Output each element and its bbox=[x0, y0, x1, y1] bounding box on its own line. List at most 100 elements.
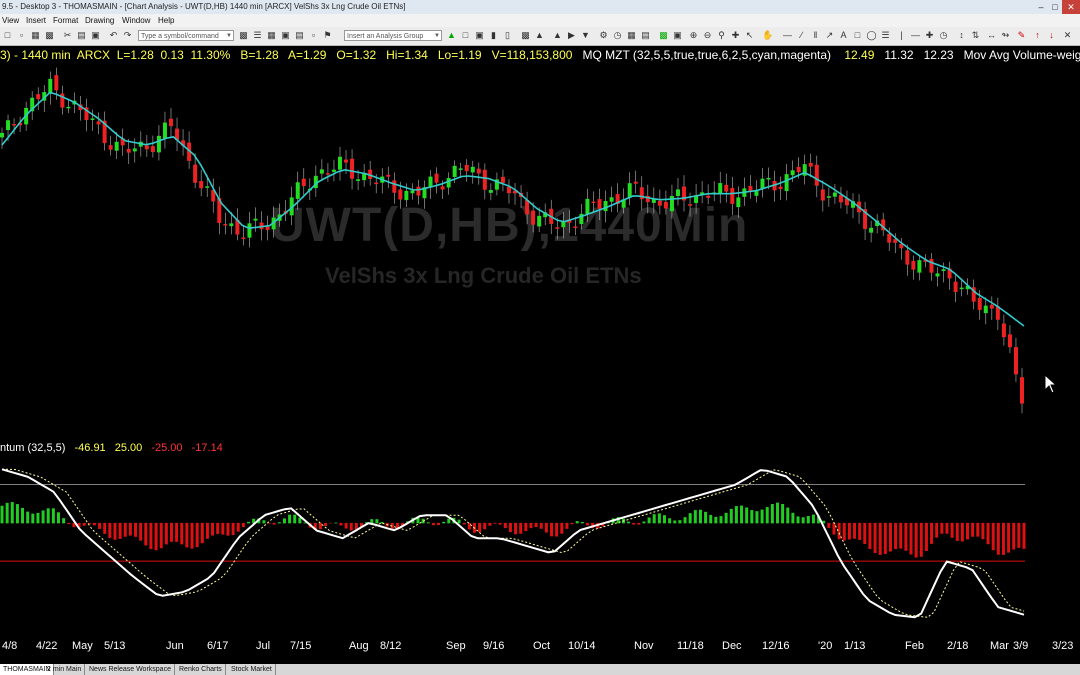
analysis-group-input[interactable]: Insert an Analysis Group ▼ bbox=[344, 30, 442, 41]
menu-format[interactable]: Format bbox=[53, 14, 78, 27]
horizontal-line-icon[interactable]: — bbox=[782, 30, 793, 41]
vertical-arrow-icon[interactable]: ⇅ bbox=[970, 30, 981, 41]
momentum-panel[interactable] bbox=[0, 440, 1080, 636]
chevron-down-icon[interactable]: ▼ bbox=[434, 31, 440, 42]
cross-line-icon[interactable]: ✚ bbox=[924, 30, 935, 41]
candle-icon[interactable]: ▯ bbox=[502, 30, 513, 41]
arrow-up-icon[interactable]: ▲ bbox=[552, 30, 563, 41]
alert-icon[interactable]: ⚑ bbox=[322, 30, 333, 41]
histogram-bar bbox=[668, 518, 672, 524]
list-icon[interactable]: ☰ bbox=[252, 30, 263, 41]
zoom-in-icon[interactable]: ⊕ bbox=[688, 30, 699, 41]
price-chart[interactable]: UWT(D,HB),1440Min VelShs 3x Lng Crude Oi… bbox=[0, 63, 1080, 440]
copy-icon[interactable]: ▤ bbox=[76, 30, 87, 41]
monitor-icon[interactable]: ▣ bbox=[672, 30, 683, 41]
menu-drawing[interactable]: Drawing bbox=[85, 14, 114, 27]
tab-renko-charts[interactable]: Renko Charts bbox=[176, 664, 226, 675]
save-icon[interactable]: ▦ bbox=[30, 30, 41, 41]
hand-icon[interactable]: ✋ bbox=[762, 30, 773, 41]
magnifier-icon[interactable]: ⚲ bbox=[716, 30, 727, 41]
window-icon[interactable]: ▣ bbox=[280, 30, 291, 41]
candle-body bbox=[597, 199, 602, 209]
speed-icon[interactable]: ↬ bbox=[1000, 30, 1011, 41]
trendline-icon[interactable]: ∕ bbox=[796, 30, 807, 41]
histogram-bar bbox=[940, 522, 944, 534]
horizontal-line-icon[interactable]: — bbox=[910, 30, 921, 41]
menu-insert[interactable]: Insert bbox=[26, 14, 46, 27]
histogram-bar bbox=[272, 522, 276, 525]
line-chart-icon[interactable]: ▲ bbox=[534, 30, 545, 41]
histogram-bar bbox=[277, 522, 281, 524]
histogram-bar bbox=[344, 522, 348, 529]
crosshair-icon[interactable]: ✚ bbox=[730, 30, 741, 41]
tab-2-min-main[interactable]: 2 min Main bbox=[44, 664, 86, 675]
folder-icon[interactable]: ▫ bbox=[16, 30, 27, 41]
channel-icon[interactable]: ‖ bbox=[810, 30, 821, 41]
x-tick-label: Aug bbox=[349, 640, 369, 652]
window-titlebar: 9.5 - Desktop 3 - THOMASMAIN - [Chart An… bbox=[0, 0, 1080, 14]
strategy-icon[interactable]: ▣ bbox=[474, 30, 485, 41]
pointer-icon[interactable]: ↖ bbox=[744, 30, 755, 41]
ellipse-icon[interactable]: ◯ bbox=[866, 30, 877, 41]
undo-icon[interactable]: ↶ bbox=[108, 30, 119, 41]
display-icon[interactable]: ▩ bbox=[658, 30, 669, 41]
close-button[interactable]: ✕ bbox=[1062, 0, 1080, 14]
fibonacci-icon[interactable]: ☰ bbox=[880, 30, 891, 41]
candle-body bbox=[675, 189, 680, 197]
histogram-bar bbox=[632, 522, 636, 525]
tab-stock-market[interactable]: Stock Market bbox=[228, 664, 276, 675]
arrow-right-icon[interactable]: ▶ bbox=[566, 30, 577, 41]
histogram-bar bbox=[159, 522, 163, 549]
left-right-arrow-icon[interactable]: ↔ bbox=[986, 30, 997, 41]
maximize-button[interactable]: □ bbox=[1048, 0, 1062, 14]
pencil-icon[interactable]: ✎ bbox=[1016, 30, 1027, 41]
vertical-line-icon[interactable]: | bbox=[896, 30, 907, 41]
news-icon[interactable]: ▫ bbox=[308, 30, 319, 41]
table-icon[interactable]: ▤ bbox=[640, 30, 651, 41]
chart-icon[interactable]: ▩ bbox=[238, 30, 249, 41]
menu-help[interactable]: Help bbox=[158, 14, 174, 27]
ray-icon[interactable]: ↗ bbox=[824, 30, 835, 41]
rectangle-icon[interactable]: □ bbox=[852, 30, 863, 41]
up-down-arrow-icon[interactable]: ↕ bbox=[956, 30, 967, 41]
grid-icon[interactable]: ▦ bbox=[266, 30, 277, 41]
histogram-bar bbox=[108, 522, 112, 539]
minimize-button[interactable]: – bbox=[1034, 0, 1048, 14]
bars-icon[interactable]: ▮ bbox=[488, 30, 499, 41]
price-info-change-pct: 11.30% bbox=[190, 48, 231, 62]
candle-body bbox=[392, 180, 397, 193]
data-icon[interactable]: ▦ bbox=[626, 30, 637, 41]
text-icon[interactable]: A bbox=[838, 30, 849, 41]
candle-body bbox=[730, 187, 735, 204]
time-icon[interactable]: ◷ bbox=[938, 30, 949, 41]
settings-icon[interactable]: ⚙ bbox=[598, 30, 609, 41]
buy-arrow-icon[interactable]: ↑ bbox=[1032, 30, 1043, 41]
arrow-down-icon[interactable]: ▼ bbox=[580, 30, 591, 41]
paste-icon[interactable]: ▣ bbox=[90, 30, 101, 41]
chevron-down-icon[interactable]: ▼ bbox=[226, 31, 232, 42]
candle-body bbox=[736, 197, 741, 208]
histogram-bar bbox=[883, 522, 887, 555]
workspace-tabs: THOMASMAIN 2 min Main News Release Works… bbox=[0, 664, 1080, 675]
exit-icon[interactable]: ✕ bbox=[1062, 30, 1073, 41]
open-icon[interactable]: □ bbox=[2, 30, 13, 41]
menu-view[interactable]: View bbox=[2, 14, 19, 27]
clock-icon[interactable]: ◷ bbox=[612, 30, 623, 41]
redo-icon[interactable]: ↷ bbox=[122, 30, 133, 41]
print-icon[interactable]: ▩ bbox=[44, 30, 55, 41]
sell-arrow-icon[interactable]: ↓ bbox=[1046, 30, 1057, 41]
histogram-bar bbox=[904, 522, 908, 551]
format-icon[interactable]: □ bbox=[460, 30, 471, 41]
zoom-out-icon[interactable]: ⊖ bbox=[702, 30, 713, 41]
candle-body bbox=[241, 237, 246, 240]
tab-news-release-workspace[interactable]: News Release Workspace bbox=[86, 664, 175, 675]
histogram-bar bbox=[483, 522, 487, 530]
indicator-icon[interactable]: ▲ bbox=[446, 30, 457, 41]
x-tick-label: Sep bbox=[446, 640, 466, 652]
cut-icon[interactable]: ✂ bbox=[62, 30, 73, 41]
symbol-input[interactable]: Type a symbol/command ▼ bbox=[138, 30, 234, 41]
bar-chart-icon[interactable]: ▩ bbox=[520, 30, 531, 41]
histogram-bar bbox=[750, 510, 754, 524]
scan-icon[interactable]: ▤ bbox=[294, 30, 305, 41]
menu-window[interactable]: Window bbox=[122, 14, 150, 27]
